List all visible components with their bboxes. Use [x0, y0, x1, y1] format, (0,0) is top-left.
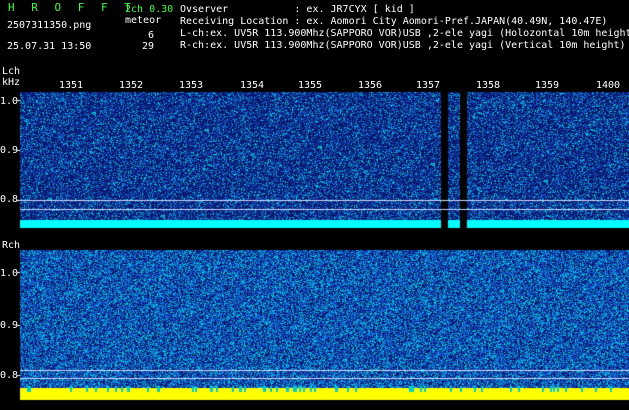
rch-ytick-1: 1.0: [0, 268, 19, 279]
rch-label: Rch: [2, 240, 21, 251]
file-name: 2507311350.png: [7, 20, 92, 31]
app-title: H R O F F T: [8, 1, 136, 14]
time-label: 1354: [240, 80, 265, 91]
khz-unit: kHz: [2, 77, 21, 88]
rch-ytick-3: 0.8: [0, 370, 19, 381]
lch-info: L-ch:ex. UV5R 113.900Mhz(SAPPORO VOR)USB…: [180, 28, 629, 39]
location-info: Receiving Location : ex. Aomori City Aom…: [180, 16, 608, 27]
time-label: 1356: [358, 80, 383, 91]
observer-info: Ovserver : ex. JR7CYX [ kid ]: [180, 4, 415, 15]
time-label: 1355: [298, 80, 323, 91]
lch-ytick-2: 0.9: [0, 145, 19, 156]
rch-meteor-count: 29: [141, 41, 154, 52]
time-label: 1357: [416, 80, 441, 91]
time-label: 1352: [119, 80, 144, 91]
rch-info: R-ch:ex. UV5R 113.900Mhz(SAPPORO VOR)USB…: [180, 40, 626, 51]
time-label: 1359: [535, 80, 560, 91]
time-label: 1351: [59, 80, 84, 91]
time-label: 1400: [596, 80, 621, 91]
date-time: 25.07.31 13:50: [7, 41, 92, 52]
time-label: 1358: [476, 80, 501, 91]
lch-ytick-1: 1.0: [0, 96, 19, 107]
time-label: 1353: [179, 80, 204, 91]
rch-ytick-2: 0.9: [0, 320, 19, 331]
lch-ytick-3: 0.8: [0, 194, 19, 205]
waterfall-spectrogram: [0, 0, 629, 410]
meteor-label: meteor: [125, 15, 162, 26]
